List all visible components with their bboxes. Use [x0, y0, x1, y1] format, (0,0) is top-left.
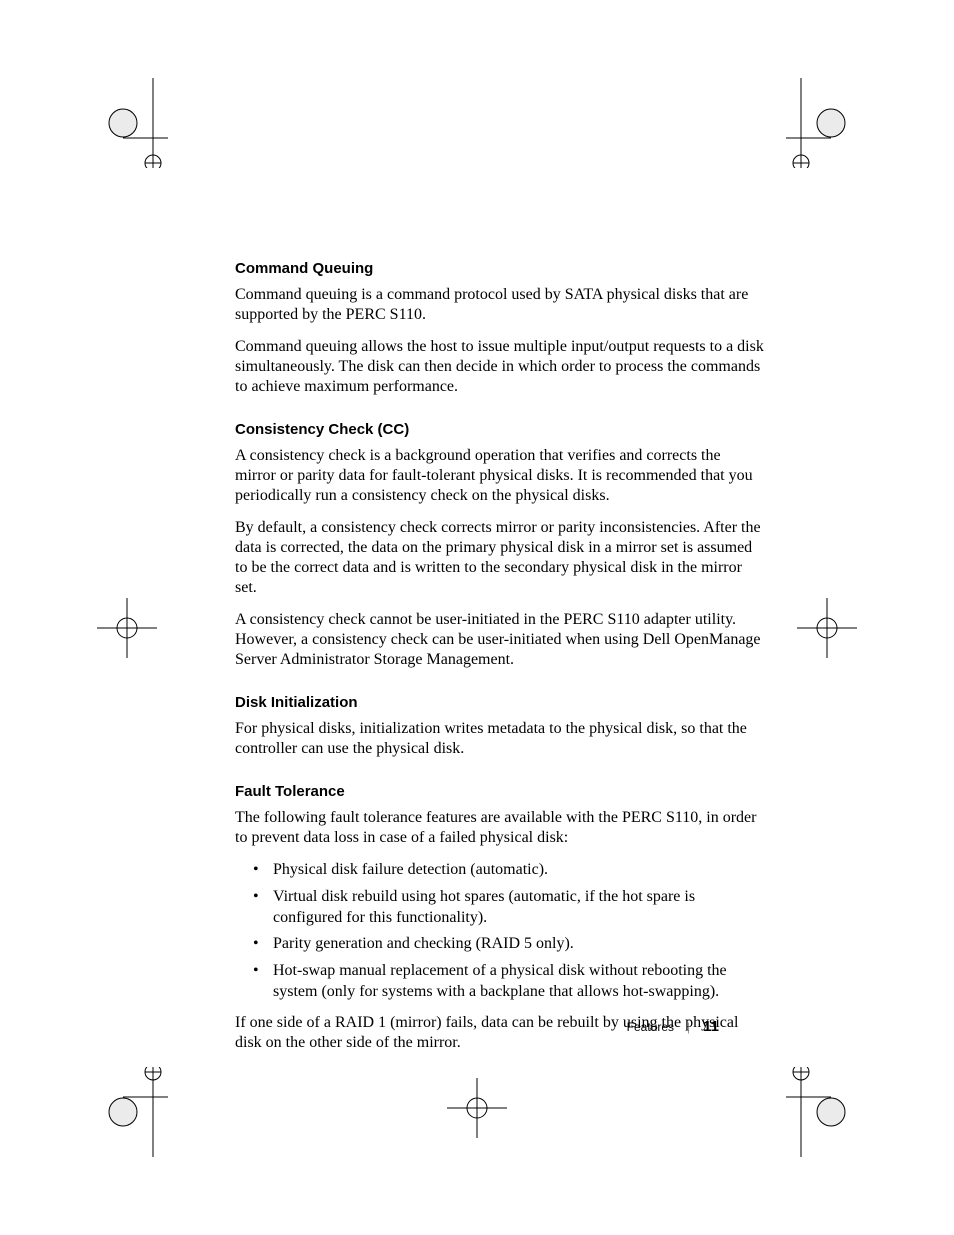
footer-separator: |	[687, 1019, 690, 1034]
footer-section-label: Features	[627, 1020, 674, 1034]
paragraph: For physical disks, initialization write…	[235, 719, 765, 759]
page-footer: Features | 11	[627, 1018, 719, 1035]
paragraph: The following fault tolerance features a…	[235, 808, 765, 848]
registration-mark-icon	[78, 1067, 168, 1157]
registration-mark-icon	[786, 1067, 876, 1157]
list-item: Physical disk failure detection (automat…	[235, 860, 765, 881]
registration-mark-icon	[786, 78, 876, 168]
registration-mark-icon	[78, 78, 168, 168]
heading-consistency-check: Consistency Check (CC)	[235, 421, 765, 438]
page-number: 11	[703, 1018, 719, 1035]
heading-fault-tolerance: Fault Tolerance	[235, 783, 765, 800]
heading-command-queuing: Command Queuing	[235, 260, 765, 277]
paragraph: Command queuing is a command protocol us…	[235, 285, 765, 325]
registration-cross-icon	[792, 593, 862, 663]
paragraph: Command queuing allows the host to issue…	[235, 337, 765, 397]
registration-cross-icon	[92, 593, 162, 663]
list-item: Virtual disk rebuild using hot spares (a…	[235, 887, 765, 929]
paragraph: A consistency check is a background oper…	[235, 446, 765, 506]
paragraph: A consistency check cannot be user-initi…	[235, 610, 765, 670]
registration-cross-icon	[442, 1073, 512, 1143]
page-content: Command Queuing Command queuing is a com…	[235, 260, 765, 1065]
heading-disk-initialization: Disk Initialization	[235, 694, 765, 711]
list-item: Hot-swap manual replacement of a physica…	[235, 961, 765, 1003]
paragraph: By default, a consistency check corrects…	[235, 518, 765, 598]
bullet-list: Physical disk failure detection (automat…	[235, 860, 765, 1003]
list-item: Parity generation and checking (RAID 5 o…	[235, 934, 765, 955]
